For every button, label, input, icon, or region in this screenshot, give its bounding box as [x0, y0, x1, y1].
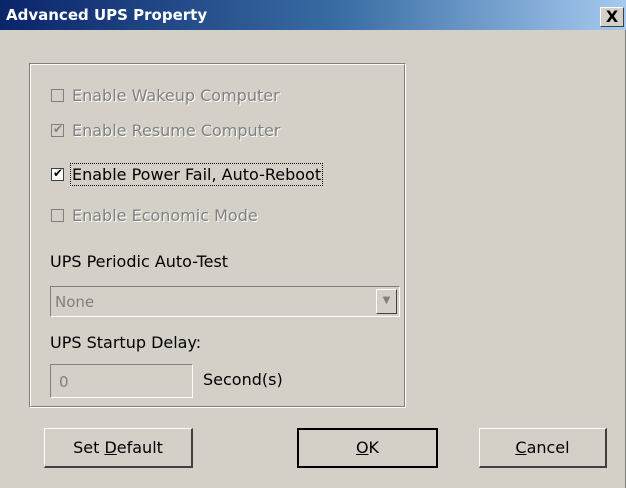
checkbox-label: Enable Wakeup Computer: [72, 85, 280, 105]
cancel-button[interactable]: Cancel: [479, 428, 607, 468]
checkbox-box[interactable]: ✔: [51, 165, 64, 181]
startup-delay-unit: Second(s): [203, 370, 283, 389]
button-label-mnemonic: D: [104, 438, 117, 457]
startup-delay-label: UPS Startup Delay:: [50, 333, 202, 352]
button-label-mnemonic: O: [355, 438, 369, 457]
button-label-post: K: [368, 438, 380, 457]
title-bar[interactable]: Advanced UPS Property: [0, 0, 626, 30]
checkbox-box[interactable]: [51, 88, 64, 102]
enable-wakeup-computer-checkbox[interactable]: Enable Wakeup Computer: [51, 84, 280, 106]
enable-power-fail-auto-reboot-checkbox[interactable]: ✔ Enable Power Fail, Auto-Reboot: [51, 162, 324, 186]
dropdown-arrow-icon[interactable]: ▼: [376, 289, 397, 314]
advanced-ups-property-dialog: Advanced UPS Property X Enable Wakeup Co…: [0, 0, 626, 488]
close-icon: X: [605, 7, 619, 26]
check-mark-icon: ✔: [53, 121, 64, 136]
enable-resume-computer-checkbox[interactable]: ✔ Enable Resume Computer: [51, 119, 280, 141]
window-title: Advanced UPS Property: [6, 6, 208, 24]
options-group: [29, 63, 406, 408]
button-label-post: ancel: [526, 438, 570, 457]
auto-test-select[interactable]: None ▼: [50, 286, 400, 317]
button-label-pre: Set: [73, 438, 105, 457]
startup-delay-value: 0: [59, 373, 69, 391]
checkbox-label: Enable Economic Mode: [72, 205, 258, 225]
button-label-post: efault: [116, 438, 163, 457]
checkbox-box[interactable]: ✔: [51, 121, 64, 137]
enable-economic-mode-checkbox[interactable]: Enable Economic Mode: [51, 204, 258, 226]
check-mark-icon: ✔: [53, 165, 64, 180]
auto-test-value: None: [55, 293, 95, 311]
startup-delay-input[interactable]: 0: [50, 364, 193, 398]
close-button[interactable]: X: [600, 7, 624, 27]
set-default-button[interactable]: Set Default: [44, 428, 193, 468]
checkbox-label: Enable Resume Computer: [72, 120, 281, 140]
auto-test-label: UPS Periodic Auto-Test: [50, 252, 229, 271]
button-label-mnemonic: C: [515, 438, 527, 457]
checkbox-label: Enable Power Fail, Auto-Reboot: [69, 162, 324, 186]
ok-button[interactable]: OK: [297, 428, 438, 468]
checkbox-box[interactable]: [51, 208, 64, 222]
